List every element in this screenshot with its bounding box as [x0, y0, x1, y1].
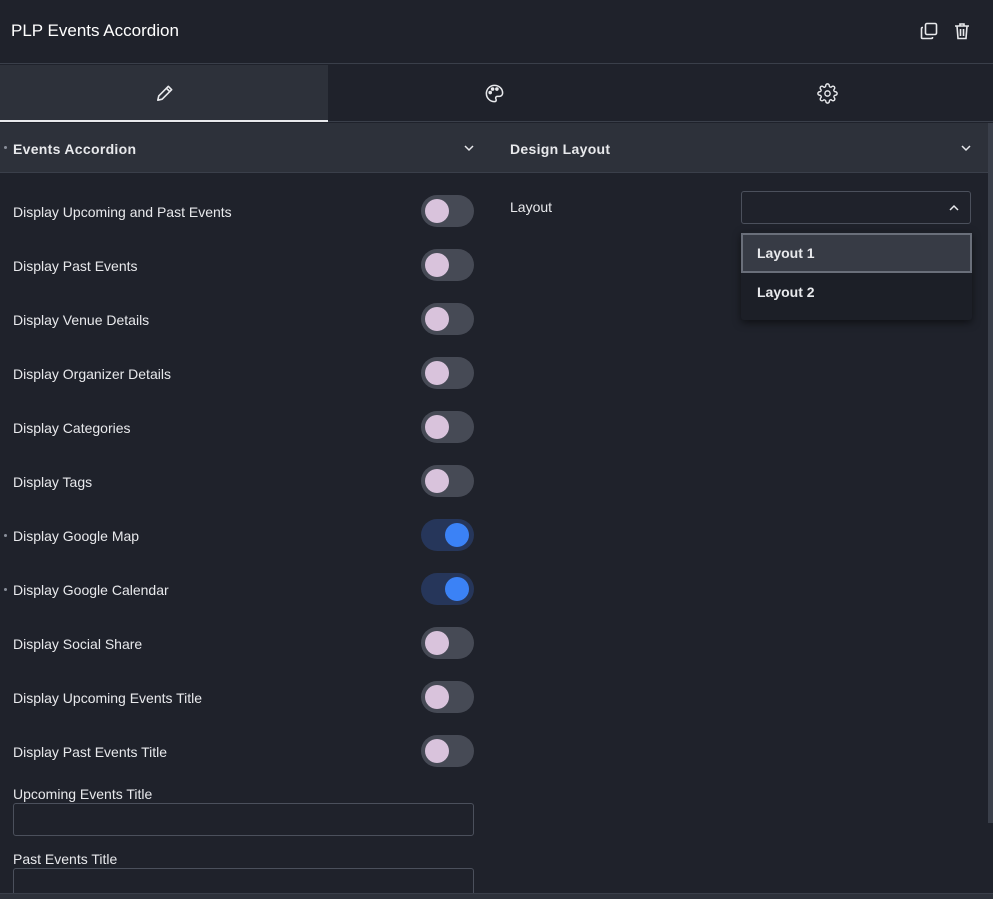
- tab-style[interactable]: [328, 65, 661, 122]
- toggle-row-past-events: Display Past Events: [0, 249, 490, 283]
- delete-button[interactable]: [952, 21, 972, 41]
- toggle-switch[interactable]: [421, 573, 474, 605]
- toggle-switch[interactable]: [421, 735, 474, 767]
- chevron-down-icon: [960, 142, 972, 154]
- toggle-switch[interactable]: [421, 195, 474, 227]
- toggle-switch[interactable]: [421, 465, 474, 497]
- duplicate-button[interactable]: [919, 21, 939, 41]
- upcoming-events-title-input[interactable]: [13, 803, 474, 836]
- pencil-icon: [156, 85, 172, 101]
- design-layout-title: Design Layout: [510, 141, 611, 157]
- toggle-knob: [425, 469, 449, 493]
- layout-option-1[interactable]: Layout 1: [741, 233, 972, 273]
- toggle-knob: [425, 361, 449, 385]
- past-events-title-label: Past Events Title: [13, 851, 118, 867]
- toggle-label: Display Upcoming and Past Events: [13, 204, 232, 220]
- palette-icon: [485, 84, 504, 103]
- toggle-label: Display Venue Details: [13, 312, 150, 328]
- layout-option-2[interactable]: Layout 2: [741, 272, 972, 312]
- option-label: Layout 2: [757, 284, 815, 300]
- toggle-row-organizer-details: Display Organizer Details: [0, 357, 490, 391]
- toggle-label: Display Google Calendar: [13, 582, 169, 598]
- toggle-row-upcoming-events-title: Display Upcoming Events Title: [0, 681, 490, 715]
- toggle-label: Display Social Share: [13, 636, 143, 652]
- toggle-knob: [425, 631, 449, 655]
- toggle-label: Display Past Events: [13, 258, 138, 274]
- layout-label: Layout: [510, 199, 553, 215]
- panel-scrollbar[interactable]: [988, 123, 993, 823]
- toggle-row-venue-details: Display Venue Details: [0, 303, 490, 337]
- layout-select[interactable]: [741, 191, 971, 224]
- toggle-label: Display Tags: [13, 474, 93, 490]
- modified-indicator: [4, 588, 7, 591]
- toggle-knob: [425, 253, 449, 277]
- toggle-switch[interactable]: [421, 357, 474, 389]
- toggle-knob: [425, 739, 449, 763]
- toggle-row-tags: Display Tags: [0, 465, 490, 499]
- toggle-switch[interactable]: [421, 519, 474, 551]
- toggle-knob: [425, 307, 449, 331]
- copy-icon: [920, 22, 938, 40]
- bottom-bar: [0, 893, 993, 899]
- upcoming-events-title-label: Upcoming Events Title: [13, 786, 153, 802]
- toggle-switch[interactable]: [421, 681, 474, 713]
- toggle-knob: [445, 523, 469, 547]
- modified-indicator: [4, 146, 7, 149]
- chevron-down-icon: [463, 142, 475, 154]
- layout-dropdown-menu: Layout 1 Layout 2: [741, 231, 972, 320]
- chevron-up-icon: [948, 202, 960, 214]
- toggle-row-google-calendar: Display Google Calendar: [0, 573, 490, 607]
- toggle-knob: [425, 685, 449, 709]
- toggle-knob: [445, 577, 469, 601]
- panel-tabs: [0, 65, 993, 122]
- events-accordion-title: Events Accordion: [13, 141, 137, 157]
- tab-content[interactable]: [0, 65, 328, 122]
- toggle-label: Display Upcoming Events Title: [13, 690, 203, 706]
- toggle-switch[interactable]: [421, 627, 474, 659]
- toggle-row-social-share: Display Social Share: [0, 627, 490, 661]
- trash-icon: [955, 23, 969, 40]
- toggle-row-past-events-title: Display Past Events Title: [0, 735, 490, 769]
- toggle-label: Display Organizer Details: [13, 366, 171, 382]
- toggle-switch[interactable]: [421, 411, 474, 443]
- option-label: Layout 1: [757, 245, 815, 261]
- toggle-row-google-map: Display Google Map: [0, 519, 490, 553]
- panel-header: PLP Events Accordion: [0, 0, 993, 64]
- panel-title: PLP Events Accordion: [11, 21, 179, 40]
- modified-indicator: [4, 534, 7, 537]
- toggle-label: Display Google Map: [13, 528, 140, 544]
- toggle-switch[interactable]: [421, 249, 474, 281]
- design-layout-section-header[interactable]: Design Layout: [497, 123, 988, 173]
- events-accordion-section-header[interactable]: Events Accordion: [0, 123, 497, 173]
- toggle-row-categories: Display Categories: [0, 411, 490, 445]
- toggle-knob: [425, 415, 449, 439]
- toggle-switch[interactable]: [421, 303, 474, 335]
- toggle-knob: [425, 199, 449, 223]
- toggle-label: Display Past Events Title: [13, 744, 168, 760]
- toggle-row-upcoming-and-past: Display Upcoming and Past Events: [0, 195, 490, 229]
- toggle-label: Display Categories: [13, 420, 131, 436]
- gear-icon: [816, 83, 838, 104]
- tab-advanced[interactable]: [661, 65, 993, 122]
